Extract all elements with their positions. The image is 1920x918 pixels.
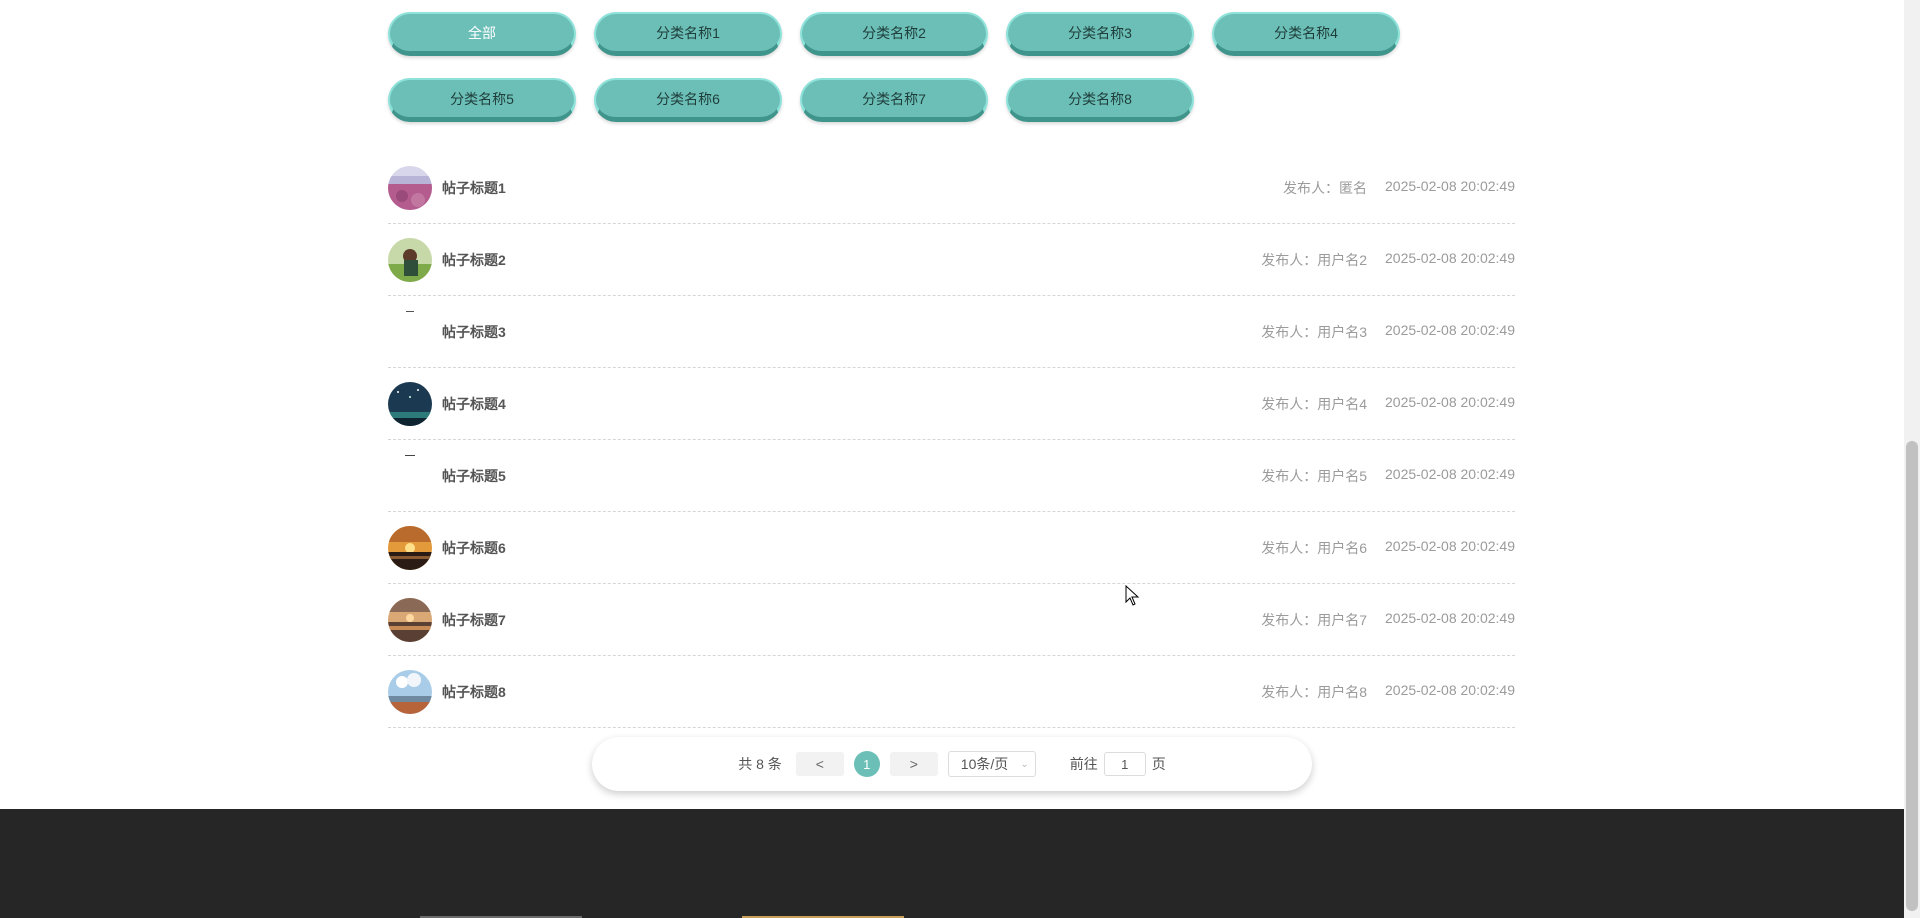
post-avatar: [388, 598, 432, 642]
author-label: 发布人：: [1261, 252, 1318, 268]
author-label: 发布人：: [1261, 396, 1318, 412]
post-title[interactable]: 帖子标题6: [442, 538, 1261, 558]
category-button-4[interactable]: 分类名称4: [1212, 12, 1400, 56]
page-suffix: 页: [1151, 756, 1166, 772]
author-label: 发布人：: [1261, 612, 1318, 628]
category-filter: 全部 分类名称1 分类名称2 分类名称3 分类名称4 分类名称5 分类名称6 分…: [388, 12, 1528, 144]
post-meta: 发布人： 用户名6 2025-02-08 20:02:49: [1261, 538, 1515, 558]
post-row[interactable]: 帖子标题3 发布人： 用户名3 2025-02-08 20:02:49: [388, 297, 1515, 368]
page-size-select[interactable]: 10条/页 ⌄: [947, 751, 1036, 777]
post-avatar: [388, 382, 432, 426]
post-avatar: [388, 670, 432, 714]
footer: [0, 809, 1904, 918]
main-content: 全部 分类名称1 分类名称2 分类名称3 分类名称4 分类名称5 分类名称6 分…: [0, 0, 1904, 809]
post-row[interactable]: 帖子标题7 发布人： 用户名7 2025-02-08 20:02:49: [388, 585, 1515, 656]
category-button-5[interactable]: 分类名称5: [388, 78, 576, 122]
post-avatar: [388, 454, 432, 498]
mouse-pointer-icon: [1125, 584, 1141, 612]
post-time: 2025-02-08 20:02:49: [1385, 250, 1515, 266]
category-button-2[interactable]: 分类名称2: [800, 12, 988, 56]
author-label: 发布人：: [1283, 180, 1339, 196]
post-title[interactable]: 帖子标题1: [442, 178, 1283, 198]
scrollbar-thumb[interactable]: [1906, 441, 1918, 911]
author-label: 发布人：: [1261, 540, 1318, 556]
post-title[interactable]: 帖子标题7: [442, 610, 1261, 630]
post-time: 2025-02-08 20:02:49: [1385, 610, 1515, 626]
category-button-7[interactable]: 分类名称7: [800, 78, 988, 122]
post-meta: 发布人： 用户名8 2025-02-08 20:02:49: [1261, 682, 1515, 702]
post-row[interactable]: 帖子标题2 发布人： 用户名2 2025-02-08 20:02:49: [388, 225, 1515, 296]
page-number-button[interactable]: 1: [853, 751, 880, 777]
prev-page-button[interactable]: <: [795, 752, 844, 776]
post-meta: 发布人： 用户名5 2025-02-08 20:02:49: [1261, 466, 1515, 486]
post-time: 2025-02-08 20:02:49: [1385, 394, 1515, 410]
total-count: 共 8 条: [738, 756, 782, 772]
author-label: 发布人：: [1261, 324, 1318, 340]
post-time: 2025-02-08 20:02:49: [1385, 178, 1515, 194]
category-row-2: 分类名称5 分类名称6 分类名称7 分类名称8: [388, 78, 1528, 122]
author-name: 用户名8: [1317, 684, 1367, 700]
post-time: 2025-02-08 20:02:49: [1385, 538, 1515, 554]
category-button-6[interactable]: 分类名称6: [594, 78, 782, 122]
post-time: 2025-02-08 20:02:49: [1385, 322, 1515, 338]
next-page-button[interactable]: >: [889, 752, 938, 776]
post-time: 2025-02-08 20:02:49: [1385, 466, 1515, 482]
post-avatar: [388, 526, 432, 570]
post-row[interactable]: 帖子标题8 发布人： 用户名8 2025-02-08 20:02:49: [388, 657, 1515, 728]
post-meta: 发布人： 用户名3 2025-02-08 20:02:49: [1261, 322, 1515, 342]
post-row[interactable]: 帖子标题5 发布人： 用户名5 2025-02-08 20:02:49: [388, 441, 1515, 512]
post-meta: 发布人： 匿名 2025-02-08 20:02:49: [1283, 178, 1515, 198]
author-name: 用户名2: [1317, 252, 1367, 268]
post-title[interactable]: 帖子标题3: [442, 322, 1261, 342]
category-button-8[interactable]: 分类名称8: [1006, 78, 1194, 122]
post-title[interactable]: 帖子标题8: [442, 682, 1261, 702]
author-name: 用户名5: [1317, 468, 1367, 484]
category-button-3[interactable]: 分类名称3: [1006, 12, 1194, 56]
post-row[interactable]: 帖子标题4 发布人： 用户名4 2025-02-08 20:02:49: [388, 369, 1515, 440]
post-avatar: [388, 238, 432, 282]
post-title[interactable]: 帖子标题2: [442, 250, 1261, 270]
author-name: 匿名: [1339, 180, 1367, 196]
pagination: 共 8 条 < 1 > 10条/页 ⌄ 前往 页: [592, 737, 1312, 791]
post-meta: 发布人： 用户名7 2025-02-08 20:02:49: [1261, 610, 1515, 630]
post-avatar: [388, 166, 432, 210]
author-name: 用户名6: [1317, 540, 1367, 556]
author-label: 发布人：: [1261, 468, 1318, 484]
post-title[interactable]: 帖子标题5: [442, 466, 1261, 486]
post-row[interactable]: 帖子标题6 发布人： 用户名6 2025-02-08 20:02:49: [388, 513, 1515, 584]
page-size-value: 10条/页: [960, 756, 1009, 772]
post-meta: 发布人： 用户名2 2025-02-08 20:02:49: [1261, 250, 1515, 270]
post-avatar: [388, 310, 432, 354]
post-meta: 发布人： 用户名4 2025-02-08 20:02:49: [1261, 394, 1515, 414]
author-label: 发布人：: [1261, 684, 1318, 700]
post-title[interactable]: 帖子标题4: [442, 394, 1261, 414]
post-time: 2025-02-08 20:02:49: [1385, 682, 1515, 698]
goto-label: 前往: [1069, 756, 1098, 772]
chevron-down-icon: ⌄: [1020, 758, 1029, 770]
author-name: 用户名3: [1317, 324, 1367, 340]
goto-page-input[interactable]: [1103, 752, 1146, 776]
category-row-1: 全部 分类名称1 分类名称2 分类名称3 分类名称4: [388, 12, 1528, 56]
author-name: 用户名4: [1317, 396, 1367, 412]
author-name: 用户名7: [1317, 612, 1367, 628]
vertical-scrollbar[interactable]: [1904, 0, 1920, 918]
category-button-1[interactable]: 分类名称1: [594, 12, 782, 56]
category-button-all[interactable]: 全部: [388, 12, 576, 56]
post-list: 帖子标题1 发布人： 匿名 2025-02-08 20:02:49 帖子标题2 发…: [388, 153, 1515, 729]
post-row[interactable]: 帖子标题1 发布人： 匿名 2025-02-08 20:02:49: [388, 153, 1515, 224]
